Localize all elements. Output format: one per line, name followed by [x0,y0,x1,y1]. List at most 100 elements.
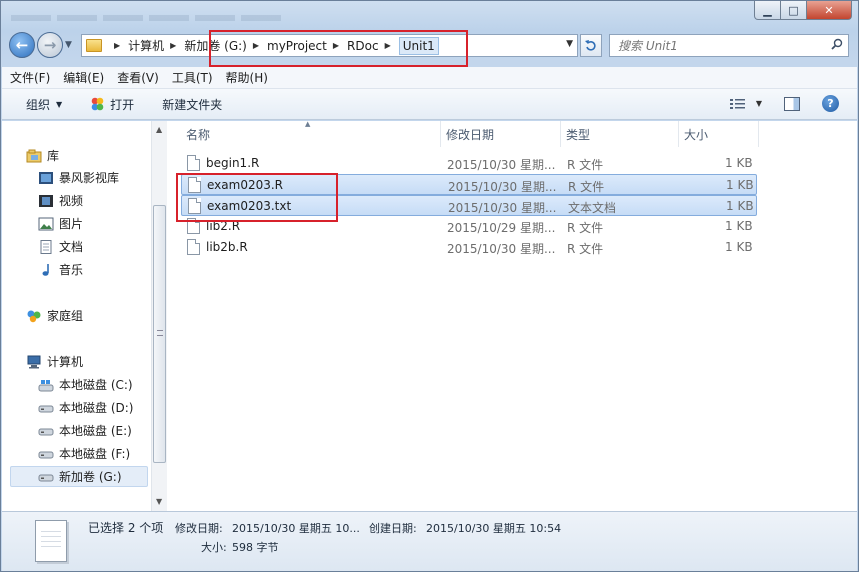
menu-edit[interactable]: 编辑(E) [63,69,104,86]
menu-tools[interactable]: 工具(T) [172,69,213,86]
sidebar-item-label: 本地磁盘 (E:) [59,424,132,438]
videos-icon [39,194,53,207]
file-date: 2015/10/30 星期... [447,242,556,256]
file-type: R 文件 [567,221,604,235]
refresh-button[interactable] [580,34,602,57]
search-icon[interactable] [831,38,843,50]
view-dropdown-icon[interactable]: ▼ [756,99,762,108]
address-dropdown-icon[interactable]: ▼ [566,39,573,49]
modified-label: 修改日期: [175,522,223,535]
scrollbar-thumb[interactable] [153,205,166,463]
open-with-icon [91,97,104,110]
file-size: 1 KB [725,219,753,233]
file-size: 1 KB [726,178,754,192]
file-icon [187,155,200,171]
menu-bar: 文件(F) 编辑(E) 查看(V) 工具(T) 帮助(H) [2,67,857,89]
size-label: 大小: [201,541,227,554]
file-type: R 文件 [567,158,604,172]
organize-button[interactable]: 组织 ▼ [26,96,62,113]
file-date: 2015/10/30 星期... [447,158,556,172]
size-value: 598 字节 [232,541,279,554]
file-size: 1 KB [726,199,754,213]
column-header-name[interactable]: 名称 [181,121,441,147]
created-value: 2015/10/30 星期五 10:54 [426,522,562,535]
background-window-ghost [11,7,431,29]
sidebar-item-drive-g[interactable]: 新加卷 (G:) [10,466,148,487]
library-icon [26,149,42,162]
file-name: begin1.R [206,156,260,170]
forward-button[interactable]: → [37,32,63,58]
file-size: 1 KB [725,156,753,170]
menu-file[interactable]: 文件(F) [10,69,50,86]
files-annotation-box [176,173,338,222]
documents-icon [40,239,52,254]
homegroup-icon [27,310,41,322]
maximize-button[interactable]: □ [781,1,807,20]
file-row[interactable]: begin1.R 2015/10/30 星期... R 文件 1 KB [181,153,757,174]
file-type: R 文件 [567,242,604,256]
menu-view[interactable]: 查看(V) [117,69,159,86]
sidebar-item-label: 音乐 [59,263,84,277]
breadcrumb-computer[interactable]: 计算机 ▶ [128,37,184,54]
drive-icon [38,474,54,481]
explorer-window: ▁ □ ✕ ← → ▼ ▶ 计算机 ▶ 新加卷 (G:) ▶ myProject ▶ … [0,0,859,572]
column-header-type[interactable]: 类型 [561,121,679,147]
sidebar-item-label: 库 [47,149,60,163]
minimize-button[interactable]: ▁ [754,1,781,20]
close-button[interactable]: ✕ [807,1,852,20]
help-icon[interactable]: ? [822,95,839,112]
preview-pane-icon[interactable] [784,96,800,111]
drive-icon [38,428,54,435]
system-drive-icon [38,379,54,391]
sidebar-item-label: 视频 [59,194,84,208]
drive-icon [38,405,54,412]
scroll-down-icon[interactable]: ▼ [156,497,162,506]
details-pane: 已选择 2 个项 修改日期: 2015/10/30 星期五 10... 创建日期… [2,511,857,571]
navigation-pane: 库 暴风影视库 视频 图片 文档 音乐 家庭组 计算机 本地磁盘 (C:) 本地… [2,121,167,511]
column-header-size[interactable]: 大小 [679,121,759,147]
file-date: 2015/10/30 星期... [448,201,557,215]
breadcrumb-root-arrow[interactable]: ▶ [108,41,128,50]
view-options-icon[interactable] [729,98,746,110]
file-size: 1 KB [725,240,753,254]
sidebar-item-label: 本地磁盘 (C:) [59,378,133,392]
modified-value: 2015/10/30 星期五 10... [232,522,360,535]
chevron-down-icon: ▼ [56,99,63,109]
scroll-up-icon[interactable]: ▲ [156,125,162,134]
address-annotation-box [209,30,468,67]
file-date: 2015/10/29 星期... [447,221,556,235]
back-button[interactable]: ← [9,32,35,58]
folder-icon [86,39,102,52]
sidebar-item-label: 本地磁盘 (D:) [59,401,134,415]
search-box[interactable] [609,34,849,57]
selection-count: 已选择 2 个项 [88,521,164,535]
open-button[interactable]: 打开 [90,96,134,113]
drive-icon [38,451,54,458]
refresh-icon [585,39,596,51]
search-input[interactable] [618,38,818,53]
menu-help[interactable]: 帮助(H) [226,69,268,86]
file-type: R 文件 [568,180,605,194]
sidebar-item-label: 新加卷 (G:) [59,470,122,484]
nav-buttons: ← → ▼ [9,32,72,58]
new-folder-button[interactable]: 新建文件夹 [162,96,222,113]
caption-buttons: ▁ □ ✕ [754,1,852,20]
pictures-icon [38,217,54,230]
sidebar-item-label: 图片 [59,217,84,231]
sidebar-item-label: 家庭组 [47,309,84,323]
sidebar-item-label: 暴风影视库 [59,171,120,185]
command-bar: 组织 ▼ 打开 新建文件夹 ▼ ? [2,89,857,120]
sidebar-item-label: 计算机 [47,355,84,369]
recent-pages-dropdown-icon[interactable]: ▼ [65,40,72,50]
created-label: 创建日期: [369,522,417,535]
computer-icon [27,355,41,368]
document-preview-icon [35,520,67,562]
file-name: lib2b.R [206,240,248,254]
file-row[interactable]: lib2b.R 2015/10/30 星期... R 文件 1 KB [181,237,757,258]
column-header-date[interactable]: 修改日期 [441,121,561,147]
nav-scrollbar[interactable]: ▲ ▼ [151,121,167,511]
sidebar-item-label: 本地磁盘 (F:) [59,447,131,461]
file-icon [187,239,200,255]
video-library-icon [39,171,53,184]
sidebar-item-label: 文档 [59,240,84,254]
